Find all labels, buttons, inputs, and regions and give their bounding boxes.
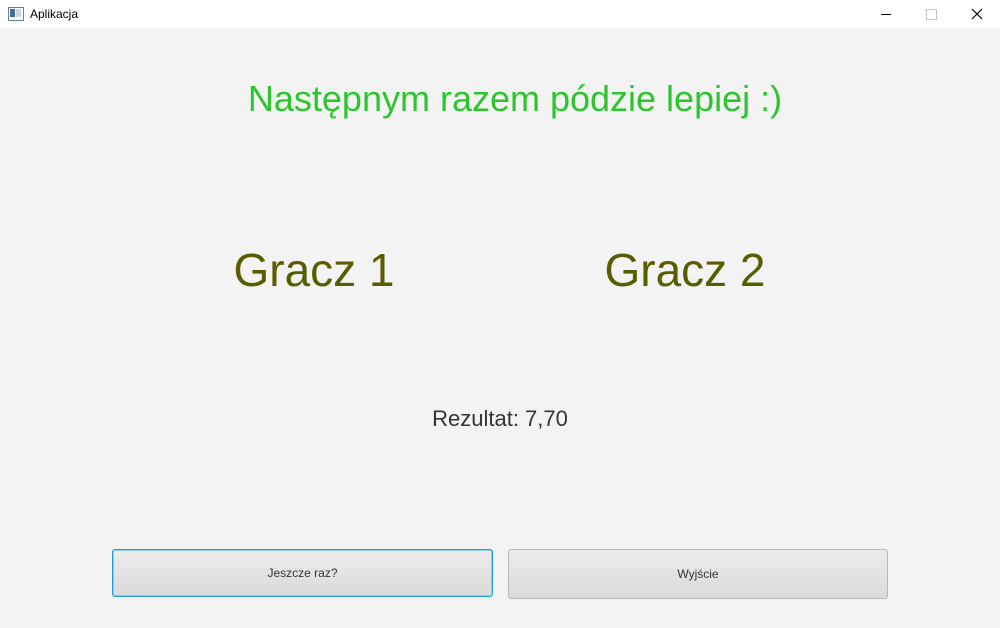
title-bar: Aplikacja [0, 0, 1000, 28]
maximize-icon [925, 8, 937, 20]
play-again-button[interactable]: Jeszcze raz? [112, 549, 493, 597]
close-icon [971, 8, 983, 20]
close-button[interactable] [954, 0, 1000, 28]
result-text: Rezultat: 7,70 [432, 406, 568, 431]
window-title: Aplikacja [30, 7, 79, 21]
player-1-label: Gracz 1 [233, 244, 395, 296]
player-2-label: Gracz 2 [604, 244, 766, 296]
maximize-button[interactable] [908, 0, 954, 28]
app-icon [8, 7, 24, 21]
minimize-icon [881, 13, 891, 15]
headline-message: Następnym razem pódzie lepiej :) [247, 78, 783, 119]
exit-button[interactable]: Wyjście [508, 549, 888, 599]
minimize-button[interactable] [863, 0, 909, 28]
